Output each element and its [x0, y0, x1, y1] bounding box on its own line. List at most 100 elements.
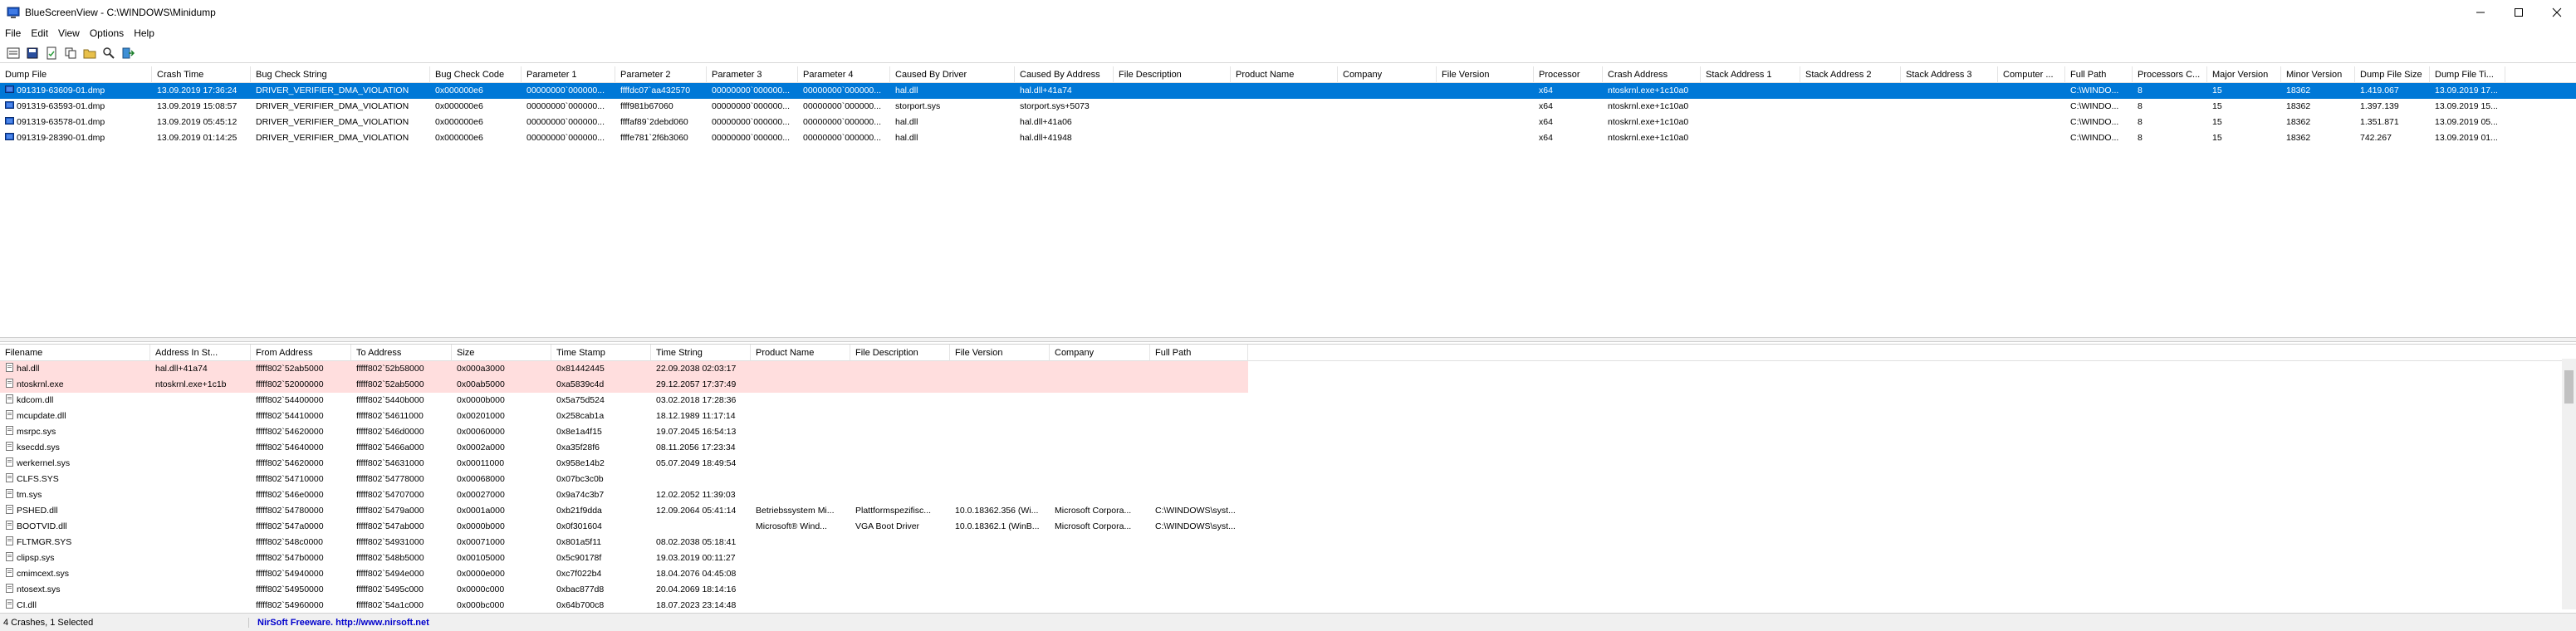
dump-column-header[interactable]: Crash Time [152, 66, 251, 83]
dump-column-header[interactable]: Stack Address 3 [1901, 66, 1998, 83]
dump-column-header[interactable]: Stack Address 2 [1800, 66, 1901, 83]
dump-column-header[interactable]: Dump File [0, 66, 152, 83]
driver-cell [751, 550, 850, 566]
dump-column-header[interactable]: Bug Check String [251, 66, 430, 83]
driver-row[interactable]: FLTMGR.SYS fffff802`548c0000 fffff802`5493… [0, 535, 2576, 550]
driver-row[interactable]: PSHED.dll fffff802`54780000 fffff802`5479a… [0, 503, 2576, 519]
driver-row[interactable]: cmimcext.sys fffff802`54940000 fffff802`54… [0, 566, 2576, 582]
menu-help[interactable]: Help [129, 27, 159, 39]
exit-button[interactable] [120, 45, 136, 61]
dump-column-header[interactable]: Bug Check Code [430, 66, 522, 83]
driver-column-header[interactable]: Company [1050, 345, 1150, 361]
dump-column-header[interactable]: Computer ... [1998, 66, 2065, 83]
driver-row[interactable]: kdcom.dll fffff802`54400000 fffff802`5440b… [0, 393, 2576, 408]
driver-row[interactable]: clipsp.sys fffff802`547b0000 fffff802`548b… [0, 550, 2576, 566]
drivers-scrollbar[interactable] [2562, 359, 2576, 609]
maximize-button[interactable] [2500, 0, 2538, 25]
dump-column-header[interactable]: Processors C... [2133, 66, 2207, 83]
driver-column-header[interactable]: Address In St... [150, 345, 251, 361]
dump-column-header[interactable]: Product Name [1231, 66, 1338, 83]
dump-cell [1338, 99, 1437, 115]
dump-cell: C:\WINDO... [2070, 86, 2119, 95]
save-button[interactable] [24, 45, 41, 61]
dump-column-header[interactable]: Caused By Address [1015, 66, 1114, 83]
menu-edit[interactable]: Edit [26, 27, 53, 39]
driver-file-icon [6, 536, 13, 545]
dump-column-header[interactable]: Company [1338, 66, 1437, 83]
driver-row[interactable]: ntoskrnl.exe ntoskrnl.exe+1c1b fffff802`52… [0, 377, 1248, 393]
dump-column-header[interactable]: Full Path [2065, 66, 2133, 83]
dump-row[interactable]: 091319-63609-01.dmp 13.09.2019 17:36:24 DR… [0, 83, 2576, 99]
driver-row[interactable]: hal.dll hal.dll+41a74 fffff802`52ab5000 fff… [0, 361, 1248, 377]
driver-cell-filename: ntosext.sys [0, 582, 150, 598]
driver-row[interactable]: ntosext.sys fffff802`54950000 fffff802`549… [0, 582, 2576, 598]
driver-row[interactable]: CI.dll fffff802`54960000 fffff802`54a1c000… [0, 598, 2576, 609]
driver-cell [1050, 377, 1150, 393]
dump-column-header[interactable]: Dump File Ti... [2430, 66, 2505, 83]
dump-cell [1901, 115, 1998, 130]
dump-row[interactable]: 091319-63593-01.dmp 13.09.2019 15:08:57 DR… [0, 99, 2576, 115]
scrollbar-thumb[interactable] [2564, 370, 2574, 404]
driver-cell: 0x64b700c8 [556, 600, 605, 609]
driver-row[interactable]: tm.sys fffff802`546e0000 fffff802`54707000… [0, 487, 2576, 503]
dump-column-header[interactable]: Parameter 1 [522, 66, 615, 83]
driver-cell [751, 456, 850, 472]
dump-row[interactable]: 091319-63578-01.dmp 13.09.2019 05:45:12 DR… [0, 115, 2576, 130]
driver-column-header[interactable]: File Description [850, 345, 950, 361]
driver-row[interactable]: msrpc.sys fffff802`54620000 fffff802`546d0… [0, 424, 2576, 440]
driver-column-header[interactable]: Time Stamp [551, 345, 651, 361]
driver-cell: 0x0000b000 [457, 395, 505, 405]
minimize-button[interactable] [2461, 0, 2500, 25]
dump-column-header[interactable]: Minor Version [2281, 66, 2355, 83]
dump-column-header[interactable]: File Version [1437, 66, 1534, 83]
driver-row[interactable]: mcupdate.dll fffff802`54410000 fffff802`54… [0, 408, 2576, 424]
pane-splitter[interactable] [0, 337, 2576, 342]
menu-options[interactable]: Options [85, 27, 129, 39]
dump-cell: 13.09.2019 15:08:57 [157, 101, 238, 111]
driver-cell: 0x8e1a4f15 [556, 427, 602, 437]
driver-row[interactable]: CLFS.SYS fffff802`54710000 fffff802`547780… [0, 472, 2576, 487]
open-folder-button[interactable] [81, 45, 98, 61]
dump-column-header[interactable]: Major Version [2207, 66, 2281, 83]
dump-cell: 13.09.2019 01... [2435, 133, 2498, 143]
driver-column-header[interactable]: To Address [351, 345, 452, 361]
folder-icon [83, 49, 96, 58]
driver-column-header[interactable]: From Address [251, 345, 351, 361]
driver-column-header[interactable]: Full Path [1150, 345, 1248, 361]
dump-column-header[interactable]: Processor [1534, 66, 1603, 83]
dump-cell: 13.09.2019 05... [2435, 117, 2498, 127]
dump-column-header[interactable]: Caused By Driver [890, 66, 1015, 83]
driver-row[interactable]: ksecdd.sys fffff802`54640000 fffff802`5466… [0, 440, 2576, 456]
driver-column-header[interactable]: Filename [0, 345, 150, 361]
dump-column-header[interactable]: Parameter 3 [707, 66, 798, 83]
driver-row[interactable]: BOOTVID.dll fffff802`547a0000 fffff802`547… [0, 519, 2576, 535]
dump-cell [1998, 99, 2065, 115]
dump-column-header[interactable]: File Description [1114, 66, 1231, 83]
dump-column-header[interactable]: Crash Address [1603, 66, 1701, 83]
driver-column-header[interactable]: File Version [950, 345, 1050, 361]
dump-column-header[interactable]: Dump File Size [2355, 66, 2430, 83]
close-button[interactable] [2538, 0, 2576, 25]
dump-row[interactable]: 091319-28390-01.dmp 13.09.2019 01:14:25 DR… [0, 130, 2576, 146]
menu-file[interactable]: File [0, 27, 26, 39]
dump-cell: x64 [1539, 101, 1553, 111]
dump-cell: 15 [2212, 117, 2222, 127]
dump-column-header[interactable]: Stack Address 1 [1701, 66, 1800, 83]
properties-button[interactable] [5, 45, 22, 61]
html-report-button[interactable] [43, 45, 60, 61]
driver-column-header[interactable]: Time String [651, 345, 751, 361]
driver-column-header[interactable]: Size [452, 345, 551, 361]
dump-column-header[interactable]: Parameter 4 [798, 66, 890, 83]
driver-cell [150, 598, 251, 609]
dump-cell: 00000000`000000... [712, 133, 791, 143]
dump-cell: 8 [2138, 86, 2143, 95]
nirsoft-link[interactable]: NirSoft Freeware. http://www.nirsoft.net [249, 618, 429, 628]
driver-row[interactable]: werkernel.sys fffff802`54620000 fffff802`5… [0, 456, 2576, 472]
dump-cell [1338, 83, 1437, 99]
find-button[interactable] [100, 45, 117, 61]
menu-view[interactable]: View [53, 27, 85, 39]
driver-cell [1150, 598, 1248, 609]
driver-column-header[interactable]: Product Name [751, 345, 850, 361]
dump-column-header[interactable]: Parameter 2 [615, 66, 707, 83]
copy-button[interactable] [62, 45, 79, 61]
